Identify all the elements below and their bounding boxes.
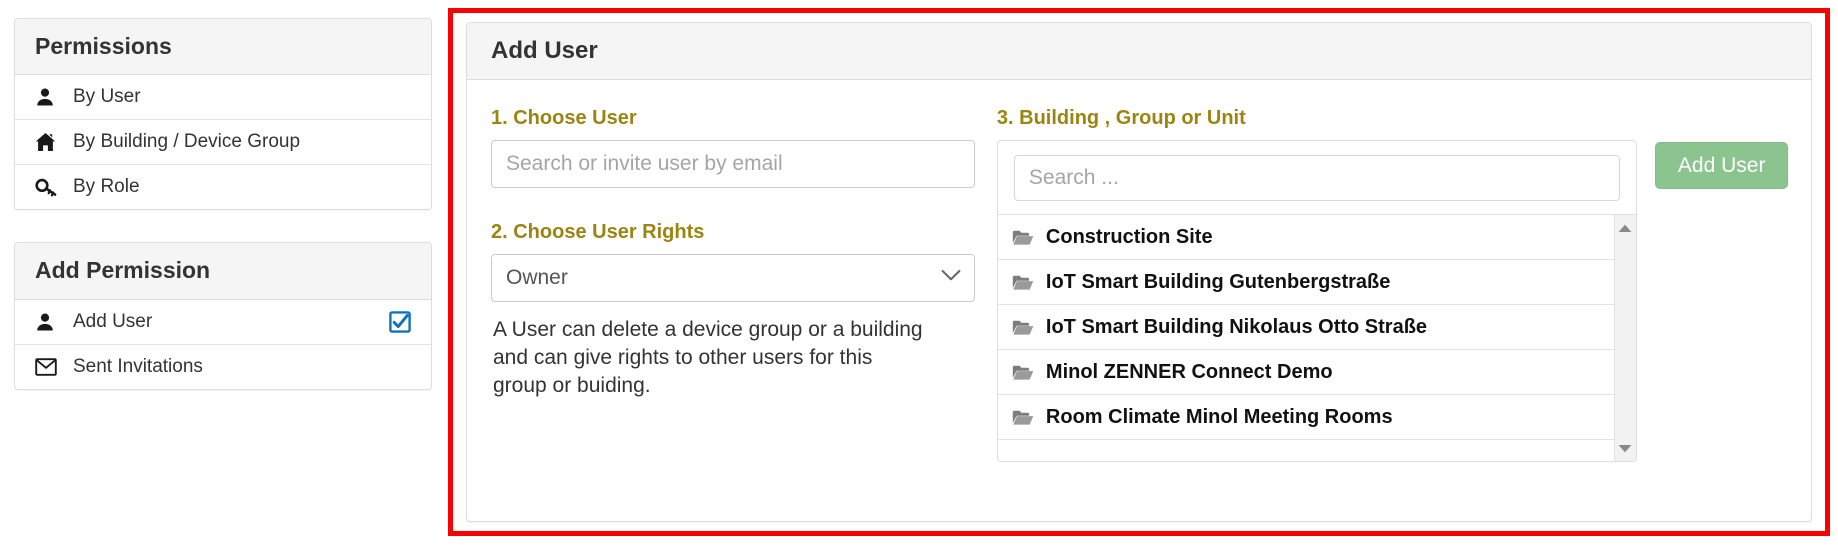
folder-open-icon (1012, 319, 1046, 336)
sidebar-item-sent-invitations-label: Sent Invitations (73, 355, 203, 377)
form-column-right: Add User (1635, 106, 1811, 462)
folder-open-icon (1012, 229, 1046, 246)
envelope-icon (35, 357, 65, 376)
sidebar-item-by-user-label: By User (73, 86, 141, 108)
tree-scroll-area: Construction Site IoT Smart Building Gut… (997, 214, 1636, 462)
page-title: Add User (491, 37, 598, 64)
tree-vertical-scrollbar[interactable] (1613, 215, 1636, 462)
tree-item-construction-site[interactable]: Construction Site (997, 215, 1616, 261)
tree-item-label: IoT Smart Building Nikolaus Otto Straße (1045, 315, 1428, 338)
tree-item-iot-smart-building-nikolaus-otto-strasse[interactable]: IoT Smart Building Nikolaus Otto Straße (997, 305, 1616, 351)
tree-item-minol-zenner-connect-demo[interactable]: Minol ZENNER Connect Demo (997, 350, 1616, 396)
tree-item-iot-smart-building-gutenbergstrasse[interactable]: IoT Smart Building Gutenbergstraße (997, 260, 1616, 306)
folder-open-icon (1012, 364, 1046, 381)
sidebar-item-add-user-label: Add User (73, 310, 153, 332)
add-permission-list: Add User Sent Invitations (15, 299, 431, 389)
checked-checkbox-icon[interactable] (389, 310, 411, 333)
caret-down-icon[interactable] (1615, 439, 1636, 457)
add-user-submit-button[interactable]: Add User (1654, 142, 1789, 190)
add-permission-panel-title: Add Permission (35, 257, 211, 284)
form-column-middle: 3. Building , Group or Unit Search ... C… (975, 106, 1637, 463)
folder-open-icon (1012, 274, 1046, 291)
sidebar: Permissions By User By Building / Device… (14, 18, 432, 390)
user-icon (35, 87, 65, 107)
sidebar-item-by-role[interactable]: By Role (15, 165, 431, 210)
tree-item-label: Construction Site (1045, 225, 1213, 248)
step1-label: 1. Choose User (491, 107, 637, 130)
form-column-left: 1. Choose User 2. Choose User Rights Own… (467, 106, 975, 462)
add-user-panel: Add User 1. Choose User 2. Choose User R… (466, 22, 1812, 522)
user-rights-select[interactable]: Owner (491, 254, 975, 303)
add-user-form: 1. Choose User 2. Choose User Rights Own… (467, 80, 1811, 463)
tree-search-wrapper (998, 141, 1636, 214)
tree-item-label: Minol ZENNER Connect Demo (1045, 360, 1333, 383)
tree-item-label: IoT Smart Building Gutenbergstraße (1045, 270, 1391, 293)
sidebar-item-sent-invitations[interactable]: Sent Invitations (15, 344, 431, 389)
permissions-panel-header: Permissions (15, 19, 431, 76)
add-permission-panel: Add Permission Add User Sent Invitations (14, 242, 432, 390)
step3-label: 3. Building , Group or Unit (996, 107, 1246, 130)
step2-label: 2. Choose User Rights (491, 221, 705, 244)
add-user-panel-header: Add User (467, 23, 1811, 81)
tree-search-input[interactable] (1013, 155, 1620, 202)
user-rights-selected-value: Owner (506, 266, 568, 290)
sidebar-item-by-building-device-group[interactable]: By Building / Device Group (15, 120, 431, 166)
key-icon (35, 177, 65, 197)
user-rights-help-text: A User can delete a device group or a bu… (493, 318, 923, 397)
add-permission-panel-header: Add Permission (15, 243, 431, 300)
user-icon (35, 312, 65, 332)
sidebar-item-add-user[interactable]: Add User (15, 299, 431, 345)
screen-root: Permissions By User By Building / Device… (0, 0, 1838, 547)
sidebar-item-by-role-label: By Role (73, 176, 140, 198)
folder-open-icon (1012, 409, 1046, 426)
permissions-panel: Permissions By User By Building / Device… (14, 18, 432, 211)
sidebar-item-by-user[interactable]: By User (15, 75, 431, 121)
tree-item-label: Room Climate Minol Meeting Rooms (1045, 405, 1393, 428)
user-rights-select-wrapper: Owner (491, 254, 975, 303)
tree-item-room-climate-minol-meeting-rooms[interactable]: Room Climate Minol Meeting Rooms (997, 395, 1616, 441)
home-icon (35, 132, 65, 152)
permissions-list: By User By Building / Device Group By Ro… (15, 75, 431, 210)
permissions-panel-title: Permissions (35, 33, 172, 59)
building-group-unit-panel: Construction Site IoT Smart Building Gu (996, 140, 1637, 463)
building-tree-list: Construction Site IoT Smart Building Gut… (997, 215, 1616, 441)
user-search-input[interactable] (491, 140, 975, 189)
caret-up-icon[interactable] (1615, 219, 1636, 237)
sidebar-item-by-building-device-group-label: By Building / Device Group (73, 131, 301, 153)
